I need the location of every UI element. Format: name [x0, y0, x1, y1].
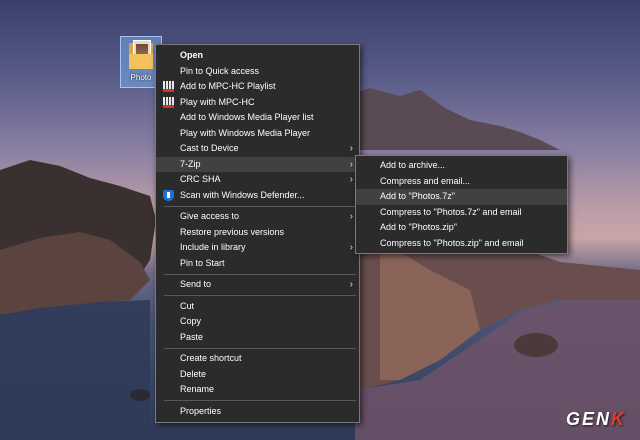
menu-separator — [164, 205, 356, 207]
menu-item-label: Send to — [180, 279, 212, 289]
chevron-right-icon: › — [349, 174, 353, 185]
menu-item-restore-previous-versions[interactable]: Restore previous versions — [156, 225, 359, 241]
menu-item-label: Give access to — [180, 211, 240, 221]
7zip-submenu: Add to archive... Compress and email... Ad… — [355, 155, 568, 254]
submenu-item-label: Compress to "Photos.zip" and email — [380, 237, 524, 248]
menu-item-paste[interactable]: Paste — [156, 330, 359, 346]
mpc-hc-icon — [163, 81, 174, 92]
menu-item-include-in-library[interactable]: Include in library › — [156, 240, 359, 256]
menu-item-scan-with-windows-defender[interactable]: Scan with Windows Defender... — [156, 188, 359, 204]
menu-item-label: Pin to Quick access — [180, 65, 260, 76]
menu-item-label: CRC SHA — [180, 174, 221, 184]
submenu-item-compress-and-email[interactable]: Compress and email... — [356, 174, 567, 190]
menu-item-label: Cast to Device — [180, 143, 239, 153]
chevron-right-icon: › — [349, 279, 353, 290]
menu-item-pin-to-start[interactable]: Pin to Start — [156, 256, 359, 272]
menu-item-crc-sha[interactable]: CRC SHA › — [156, 172, 359, 188]
chevron-right-icon: › — [349, 158, 353, 170]
menu-item-label: Play with Windows Media Player — [180, 127, 311, 138]
chevron-right-icon: › — [349, 242, 353, 253]
menu-item-7-zip[interactable]: 7-Zip › — [156, 156, 359, 172]
submenu-item-compress-to-photos-zip-and-email[interactable]: Compress to "Photos.zip" and email — [356, 236, 567, 252]
submenu-item-add-to-photos-7z[interactable]: Add to "Photos.7z" — [356, 189, 567, 205]
menu-item-open[interactable]: Open — [156, 48, 359, 64]
menu-item-label: Include in library — [180, 242, 246, 252]
menu-item-label: Copy — [180, 316, 202, 326]
menu-item-play-with-windows-media-player[interactable]: Play with Windows Media Player — [156, 126, 359, 142]
menu-item-play-with-mpc-hc[interactable]: Play with MPC-HC — [156, 95, 359, 111]
submenu-item-label: Compress to "Photos.7z" and email — [380, 206, 522, 217]
menu-item-send-to[interactable]: Send to › — [156, 277, 359, 293]
menu-item-label: Rename — [180, 384, 215, 394]
image-folder-icon — [129, 40, 153, 70]
menu-item-add-to-windows-media-player-list[interactable]: Add to Windows Media Player list — [156, 110, 359, 126]
submenu-item-label: Compress and email... — [380, 175, 471, 186]
menu-separator — [164, 347, 356, 349]
menu-item-pin-to-quick-access[interactable]: Pin to Quick access — [156, 64, 359, 80]
windows-defender-shield-icon — [163, 189, 174, 201]
menu-separator — [164, 273, 356, 275]
menu-item-create-shortcut[interactable]: Create shortcut — [156, 351, 359, 367]
chevron-right-icon: › — [349, 211, 353, 222]
menu-item-label: Properties — [180, 405, 222, 416]
submenu-item-add-to-photos-zip[interactable]: Add to "Photos.zip" — [356, 220, 567, 236]
menu-item-cast-to-device[interactable]: Cast to Device › — [156, 141, 359, 157]
menu-item-label: Paste — [180, 331, 204, 342]
submenu-item-compress-to-photos-7z-and-email[interactable]: Compress to "Photos.7z" and email — [356, 205, 567, 221]
submenu-item-add-to-archive[interactable]: Add to archive... — [356, 158, 567, 174]
menu-item-label: Play with MPC-HC — [180, 96, 255, 107]
menu-item-label: Add to MPC-HC Playlist — [180, 81, 276, 91]
mpc-hc-icon — [163, 96, 174, 108]
menu-item-label: Create shortcut — [180, 353, 242, 363]
menu-item-properties[interactable]: Properties — [156, 404, 359, 420]
menu-item-delete[interactable]: Delete — [156, 367, 359, 383]
menu-item-label: Delete — [180, 368, 207, 379]
menu-item-label: Open — [180, 50, 204, 60]
menu-item-label: Pin to Start — [180, 257, 225, 268]
submenu-item-label: Add to archive... — [380, 160, 446, 170]
menu-item-label: Scan with Windows Defender... — [180, 189, 305, 200]
chevron-right-icon: › — [349, 143, 353, 154]
genk-watermark-logo: GENK — [565, 409, 626, 429]
submenu-item-label: Add to "Photos.7z" — [380, 191, 455, 201]
context-menu: Open Pin to Quick access Add to MPC-HC Pla… — [155, 44, 360, 423]
menu-separator — [164, 400, 356, 401]
menu-item-add-to-mpc-hc-playlist[interactable]: Add to MPC-HC Playlist — [156, 79, 359, 95]
menu-separator — [164, 295, 356, 296]
menu-item-label: Add to Windows Media Player list — [180, 112, 314, 122]
menu-item-label: 7-Zip — [180, 158, 201, 169]
menu-item-rename[interactable]: Rename — [156, 382, 359, 398]
menu-item-label: Restore previous versions — [180, 226, 285, 237]
menu-item-copy[interactable]: Copy — [156, 314, 359, 330]
submenu-item-label: Add to "Photos.zip" — [380, 222, 457, 232]
menu-item-cut[interactable]: Cut — [156, 299, 359, 315]
menu-item-give-access-to[interactable]: Give access to › — [156, 209, 359, 225]
menu-item-label: Cut — [180, 300, 195, 311]
